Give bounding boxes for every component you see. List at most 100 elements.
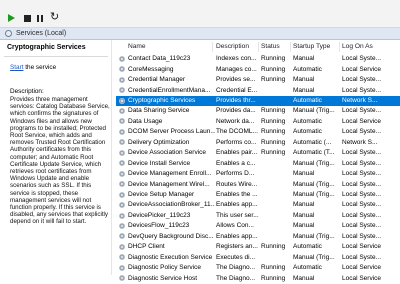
- cell-description: Enables pair...: [216, 149, 258, 157]
- cell-startup-type: Manual (Trig...: [293, 191, 335, 199]
- cell-status: Running: [261, 138, 286, 146]
- table-row[interactable]: Device Association Service Enables pair..…: [116, 148, 400, 158]
- pause-icon[interactable]: [37, 15, 44, 22]
- table-row[interactable]: Data Sharing Service Provides da... Runnin…: [116, 106, 400, 116]
- cell-startup-type: Manual: [293, 274, 315, 282]
- cell-description: Provides se...: [216, 76, 256, 84]
- column-header-name[interactable]: Name: [128, 43, 146, 50]
- table-row[interactable]: Cryptographic Services Provides thr... Aut…: [116, 95, 400, 107]
- cell-startup-type: Manual: [293, 86, 315, 94]
- cell-log-on-as: Local Syste...: [342, 211, 382, 219]
- cell-description: Credential E...: [216, 86, 258, 94]
- cell-log-on-as: Local Service: [342, 264, 382, 272]
- cell-startup-type: Manual: [293, 55, 315, 63]
- table-row[interactable]: DevicesFlow_119c23 Allows Con... Manual Loc…: [116, 221, 400, 231]
- column-separator[interactable]: [290, 42, 291, 52]
- cell-log-on-as: Local Syste...: [342, 222, 382, 230]
- cell-status: Running: [261, 274, 286, 282]
- service-gear-icon: [119, 170, 125, 177]
- service-gear-icon: [119, 149, 125, 156]
- cell-name: Device Setup Manager: [128, 191, 195, 199]
- service-gear-icon: [119, 181, 125, 188]
- cell-log-on-as: Local Syste...: [342, 76, 382, 84]
- cell-log-on-as: Local Service: [342, 243, 382, 251]
- cell-log-on-as: Local Syste...: [342, 253, 382, 261]
- service-gear-icon: [119, 222, 125, 229]
- column-header-log-on-as[interactable]: Log On As: [342, 43, 373, 50]
- services-gear-icon: [5, 30, 12, 37]
- table-row[interactable]: DevicePicker_119c23 This user ser... Manua…: [116, 211, 400, 221]
- cell-description: Enables app...: [216, 232, 258, 240]
- service-gear-icon: [119, 275, 125, 282]
- table-row[interactable]: Diagnostic Execution Service Executes di.…: [116, 253, 400, 263]
- service-gear-icon: [119, 202, 125, 209]
- cell-log-on-as: Local Syste...: [342, 170, 382, 178]
- table-row[interactable]: Device Management Enroll... Performs D...…: [116, 169, 400, 179]
- cell-name: DeviceAssociationBroker_11...: [128, 201, 215, 209]
- cell-log-on-as: Local Syste...: [342, 191, 382, 199]
- table-row[interactable]: Device Install Service Enables a c... Manu…: [116, 159, 400, 169]
- table-row[interactable]: Contact Data_119c23 Indexes con... Running…: [116, 54, 400, 64]
- cell-description: Provides da...: [216, 107, 256, 115]
- cell-status: Running: [261, 76, 286, 84]
- cell-status: Running: [261, 107, 286, 115]
- table-row[interactable]: Device Management Wirel... Routes Wire...…: [116, 179, 400, 189]
- service-gear-icon: [119, 212, 125, 219]
- cell-description: The Diagno...: [216, 274, 256, 282]
- description-label: Description:: [10, 88, 44, 95]
- cell-log-on-as: Network S...: [342, 138, 378, 146]
- service-gear-icon: [119, 76, 125, 83]
- cell-log-on-as: Local Service: [342, 274, 382, 282]
- table-row[interactable]: Data Usage Network da... Running Automatic L…: [116, 117, 400, 127]
- column-separator[interactable]: [339, 42, 340, 52]
- cell-status: Running: [261, 55, 286, 63]
- service-gear-icon: [119, 139, 125, 146]
- cell-description: The Diagno...: [216, 264, 256, 272]
- table-row[interactable]: DCOM Server Process Laun... The DCOML... R…: [116, 127, 400, 137]
- services-table: Name Description Status Startup Type Log…: [112, 40, 400, 282]
- service-gear-icon: [119, 55, 125, 62]
- column-separator[interactable]: [258, 42, 259, 52]
- service-gear-icon: [119, 243, 125, 250]
- cell-startup-type: Manual (Trig...: [293, 253, 335, 261]
- column-header-status[interactable]: Status: [261, 43, 280, 50]
- cell-log-on-as: Local Syste...: [342, 107, 382, 115]
- service-gear-icon: [119, 97, 125, 104]
- cell-name: Device Management Wirel...: [128, 180, 210, 188]
- table-row[interactable]: CredentialEnrollmentMana... Credential E.…: [116, 85, 400, 95]
- service-gear-icon: [119, 191, 125, 198]
- restart-icon[interactable]: ↻: [50, 12, 59, 23]
- cell-log-on-as: Local Service: [342, 65, 382, 73]
- cell-name: DCOM Server Process Laun...: [128, 128, 215, 136]
- table-row[interactable]: CoreMessaging Manages co... Running Automat…: [116, 64, 400, 74]
- table-row[interactable]: DeviceAssociationBroker_11... Enables app…: [116, 200, 400, 210]
- table-row[interactable]: Device Setup Manager Enables the ... Manua…: [116, 190, 400, 200]
- play-icon[interactable]: [8, 14, 15, 22]
- table-row[interactable]: Delivery Optimization Performs co... Runni…: [116, 138, 400, 148]
- service-gear-icon: [119, 118, 125, 125]
- cell-startup-type: Manual (Trig...: [293, 180, 335, 188]
- table-row[interactable]: Credential Manager Provides se... Running M…: [116, 75, 400, 85]
- cell-log-on-as: Local Service: [342, 117, 382, 125]
- cell-name: Cryptographic Services: [128, 96, 196, 104]
- cell-description: Provides thr...: [216, 96, 256, 104]
- start-service-link[interactable]: Start: [10, 64, 24, 71]
- service-gear-icon: [119, 233, 125, 240]
- cell-startup-type: Manual: [293, 76, 315, 84]
- cell-name: Diagnostic Policy Service: [128, 264, 201, 272]
- column-header-description[interactable]: Description: [216, 43, 249, 50]
- cell-log-on-as: Local Syste...: [342, 128, 382, 136]
- service-gear-icon: [119, 160, 125, 167]
- column-header-startup-type[interactable]: Startup Type: [293, 43, 330, 50]
- table-row[interactable]: DevQuery Background Disc... Enables app..…: [116, 232, 400, 242]
- table-row[interactable]: DHCP Client Registers an... Running Automat…: [116, 242, 400, 252]
- cell-name: DevicesFlow_119c23: [128, 222, 190, 230]
- cell-description: Manages co...: [216, 65, 257, 73]
- start-service-line: Start the service: [10, 64, 56, 71]
- cell-startup-type: Automatic (T...: [293, 149, 335, 157]
- column-separator[interactable]: [212, 42, 213, 52]
- stop-icon[interactable]: [24, 15, 31, 22]
- table-row[interactable]: Diagnostic Policy Service The Diagno... Ru…: [116, 263, 400, 273]
- cell-log-on-as: Local Syste...: [342, 159, 382, 167]
- cell-startup-type: Automatic (...: [293, 138, 332, 146]
